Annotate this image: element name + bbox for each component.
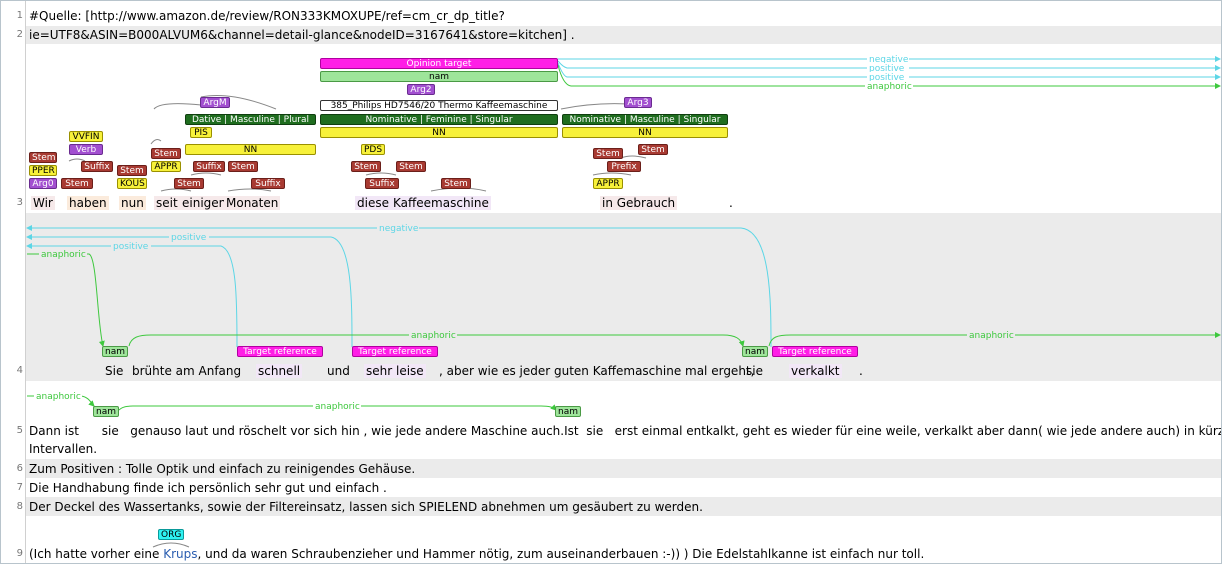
label-product[interactable]: 385_Philips HD7546/20 Thermo Kaffeemasch… bbox=[320, 100, 558, 111]
label-appr[interactable]: APPR bbox=[151, 161, 181, 172]
label-stem[interactable]: Stem bbox=[396, 161, 426, 172]
label-suffix[interactable]: Suffix bbox=[365, 178, 399, 189]
label-nam[interactable]: nam bbox=[102, 346, 128, 357]
token-kaffeemaschine[interactable]: Kaffeemaschine bbox=[391, 196, 491, 210]
token-verkalkt[interactable]: verkalkt bbox=[789, 364, 842, 378]
token-bruehte[interactable]: brühte am Anfang bbox=[130, 364, 243, 378]
sentence-text[interactable]: ie=UTF8&ASIN=B000ALVUM6&channel=detail-g… bbox=[29, 28, 575, 42]
token-einigen[interactable]: einigen bbox=[180, 196, 229, 210]
token-seit[interactable]: seit bbox=[154, 196, 180, 210]
token-wir[interactable]: Wir bbox=[31, 196, 55, 210]
label-stem[interactable]: Stem bbox=[441, 178, 471, 189]
line-number: 7 bbox=[16, 482, 23, 493]
label-nn[interactable]: NN bbox=[185, 144, 316, 155]
token-sie[interactable]: sie bbox=[744, 364, 765, 378]
label-nam[interactable]: nam bbox=[320, 71, 558, 82]
token-sehr-leise[interactable]: sehr leise bbox=[364, 364, 426, 378]
line-number-gutter bbox=[1, 1, 26, 563]
label-prefix[interactable]: Prefix bbox=[607, 161, 641, 172]
sentence-text[interactable]: Der Deckel des Wassertanks, sowie der Fi… bbox=[29, 500, 703, 514]
token-period[interactable]: . bbox=[727, 196, 735, 210]
token-haben[interactable]: haben bbox=[67, 196, 109, 210]
annotation-viewer: 1 2 3 4 5 6 7 8 9 #Quelle: [http://www.a… bbox=[0, 0, 1222, 564]
label-stem[interactable]: Stem bbox=[61, 178, 93, 189]
line-number: 9 bbox=[16, 548, 23, 559]
label-arg2[interactable]: Arg2 bbox=[407, 84, 435, 95]
token-sie[interactable]: Sie bbox=[103, 364, 125, 378]
label-stem[interactable]: Stem bbox=[151, 148, 181, 159]
label-target-reference[interactable]: Target reference bbox=[772, 346, 858, 357]
label-morph-nominative-fem[interactable]: Nominative | Feminine | Singular bbox=[320, 114, 558, 125]
label-stem[interactable]: Stem bbox=[351, 161, 381, 172]
label-argm[interactable]: ArgM bbox=[200, 97, 230, 108]
label-arg3[interactable]: Arg3 bbox=[624, 97, 652, 108]
token-krups[interactable]: Krups bbox=[163, 547, 197, 561]
label-org[interactable]: ORG bbox=[158, 529, 184, 540]
label-suffix[interactable]: Suffix bbox=[193, 161, 225, 172]
line-number: 3 bbox=[16, 197, 23, 208]
label-stem[interactable]: Stem bbox=[638, 144, 668, 155]
label-nam[interactable]: nam bbox=[555, 406, 581, 417]
label-target-reference[interactable]: Target reference bbox=[237, 346, 323, 357]
label-pds[interactable]: PDS bbox=[361, 144, 385, 155]
sentence-text-continued[interactable]: Intervallen. bbox=[29, 442, 97, 456]
sentence-row-5 bbox=[26, 381, 1221, 459]
label-morph-nominative-masc[interactable]: Nominative | Masculine | Singular bbox=[562, 114, 728, 125]
label-stem[interactable]: Stem bbox=[29, 152, 57, 163]
text-segment: , und da waren Schraubenzieher und Hamme… bbox=[197, 547, 925, 561]
line-number: 6 bbox=[16, 463, 23, 474]
token-nun[interactable]: nun bbox=[119, 196, 146, 210]
label-stem[interactable]: Stem bbox=[593, 148, 623, 159]
token-period[interactable]: . bbox=[857, 364, 865, 378]
label-nn[interactable]: NN bbox=[320, 127, 558, 138]
sentence-text[interactable]: (Ich hatte vorher eine Krups, und da war… bbox=[29, 547, 924, 561]
label-kous[interactable]: KOUS bbox=[117, 178, 147, 189]
token-schnell[interactable]: schnell bbox=[256, 364, 303, 378]
token-in-gebrauch[interactable]: in Gebrauch bbox=[600, 196, 678, 210]
label-arg0[interactable]: Arg0 bbox=[29, 178, 57, 189]
sentence-text[interactable]: Dann ist sie genauso laut und röschelt v… bbox=[29, 424, 1221, 438]
label-stem[interactable]: Stem bbox=[228, 161, 258, 172]
label-nam[interactable]: nam bbox=[93, 406, 119, 417]
line-number: 1 bbox=[16, 10, 23, 21]
label-appr[interactable]: APPR bbox=[593, 178, 623, 189]
line-number: 2 bbox=[16, 29, 23, 40]
label-stem[interactable]: Stem bbox=[117, 165, 147, 176]
label-target-reference[interactable]: Target reference bbox=[352, 346, 438, 357]
line-number: 5 bbox=[16, 425, 23, 436]
label-pper[interactable]: PPER bbox=[29, 165, 57, 176]
label-suffix[interactable]: Suffix bbox=[251, 178, 285, 189]
sentence-text[interactable]: #Quelle: [http://www.amazon.de/review/RO… bbox=[29, 9, 505, 23]
label-verb[interactable]: Verb bbox=[69, 144, 103, 155]
label-nn[interactable]: NN bbox=[562, 127, 728, 138]
label-vvfin[interactable]: VVFIN bbox=[69, 131, 103, 142]
text-segment: (Ich hatte vorher eine bbox=[29, 547, 164, 561]
line-number: 4 bbox=[16, 365, 23, 376]
label-stem[interactable]: Stem bbox=[174, 178, 204, 189]
token-middle[interactable]: , aber wie es jeder guten Kaffemaschine … bbox=[437, 364, 756, 378]
label-pis[interactable]: PIS bbox=[190, 127, 212, 138]
line-number: 8 bbox=[16, 501, 23, 512]
label-morph-dative[interactable]: Dative | Masculine | Plural bbox=[185, 114, 316, 125]
label-nam[interactable]: nam bbox=[742, 346, 768, 357]
label-suffix[interactable]: Suffix bbox=[81, 161, 113, 172]
sentence-text[interactable]: Die Handhabung finde ich persönlich sehr… bbox=[29, 481, 387, 495]
sentence-text[interactable]: Zum Positiven : Tolle Optik und einfach … bbox=[29, 462, 415, 476]
token-diese[interactable]: diese bbox=[355, 196, 391, 210]
token-monaten[interactable]: Monaten bbox=[224, 196, 281, 210]
label-opinion-target[interactable]: Opinion target bbox=[320, 58, 558, 69]
token-und[interactable]: und bbox=[325, 364, 352, 378]
sentence-row-4 bbox=[26, 213, 1221, 381]
